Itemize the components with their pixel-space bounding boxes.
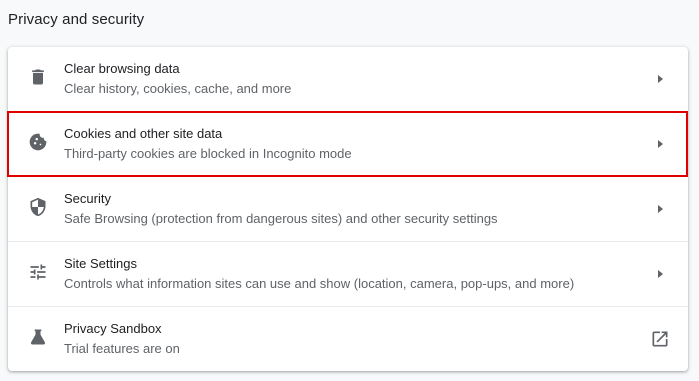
security-row[interactable]: Security Safe Browsing (protection from … [8, 176, 688, 240]
arrow-right-icon[interactable] [652, 69, 668, 89]
row-label: Cookies and other site data [64, 126, 223, 141]
row-sublabel: Clear history, cookies, cache, and more [64, 81, 292, 96]
row-sublabel: Trial features are on [64, 341, 180, 356]
privacy-sandbox-row[interactable]: Privacy Sandbox Trial features are on [8, 306, 688, 370]
open-in-new-icon[interactable] [650, 329, 670, 349]
trash-icon [28, 67, 48, 87]
arrow-right-icon[interactable] [652, 134, 668, 154]
row-label: Site Settings [64, 256, 137, 271]
clear-browsing-data-row[interactable]: Clear browsing data Clear history, cooki… [8, 47, 688, 111]
flask-icon [28, 327, 48, 347]
site-settings-row[interactable]: Site Settings Controls what information … [8, 241, 688, 305]
row-sublabel: Controls what information sites can use … [64, 276, 575, 291]
row-label: Security [64, 191, 111, 206]
arrow-right-icon[interactable] [652, 199, 668, 219]
section-title: Privacy and security [8, 11, 145, 28]
row-label: Privacy Sandbox [64, 321, 162, 336]
row-sublabel: Safe Browsing (protection from dangerous… [64, 211, 498, 226]
row-sublabel: Third-party cookies are blocked in Incog… [64, 146, 352, 161]
cookies-and-site-data-row[interactable]: Cookies and other site data Third-party … [8, 111, 688, 175]
tune-icon [28, 262, 48, 282]
row-label: Clear browsing data [64, 61, 180, 76]
shield-icon [28, 197, 48, 217]
arrow-right-icon[interactable] [652, 264, 668, 284]
cookie-icon [28, 132, 48, 152]
privacy-settings-card: Clear browsing data Clear history, cooki… [8, 47, 688, 371]
